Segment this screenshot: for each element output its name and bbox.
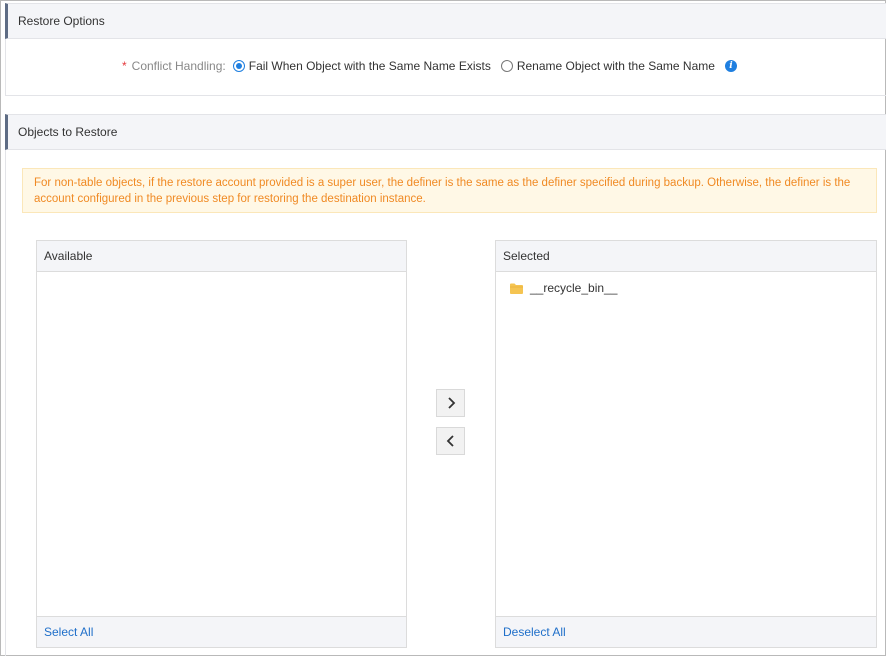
selected-panel-footer: Deselect All — [496, 616, 876, 647]
conflict-handling-label: Conflict Handling: — [131, 59, 226, 73]
available-panel-header: Available — [37, 241, 406, 272]
objects-to-restore-title: Objects to Restore — [18, 125, 118, 139]
info-icon[interactable]: i — [724, 60, 737, 72]
definer-notice-text: For non-table objects, if the restore ac… — [34, 177, 851, 205]
required-mark: * — [122, 59, 127, 73]
radio-fail-on-conflict-label: Fail When Object with the Same Name Exis… — [248, 59, 491, 73]
available-panel-title: Available — [44, 249, 93, 263]
selected-item-recycle-bin[interactable]: __recycle_bin__ — [510, 281, 617, 295]
objects-to-restore-header: Objects to Restore — [5, 114, 886, 150]
selected-panel-title: Selected — [503, 249, 550, 263]
selected-panel: Selected __recycle_bin__ Deselect All — [495, 240, 877, 648]
move-left-button[interactable] — [436, 427, 465, 455]
selected-panel-header: Selected — [496, 241, 876, 272]
folder-icon — [510, 283, 523, 294]
radio-rename-on-conflict[interactable]: Rename Object with the Same Name — [500, 59, 715, 73]
conflict-handling-row: * Conflict Handling: Fail When Object wi… — [122, 58, 737, 74]
restore-options-header: Restore Options — [5, 3, 886, 39]
definer-notice: For non-table objects, if the restore ac… — [22, 168, 877, 213]
radio-fail-on-conflict-input[interactable] — [232, 60, 245, 72]
available-panel: Available Select All — [36, 240, 407, 648]
deselect-all-link[interactable]: Deselect All — [503, 625, 566, 639]
available-panel-footer: Select All — [37, 616, 406, 647]
select-all-link[interactable]: Select All — [44, 625, 93, 639]
chevron-left-icon — [446, 435, 454, 447]
radio-rename-on-conflict-label: Rename Object with the Same Name — [516, 59, 715, 73]
move-right-button[interactable] — [436, 389, 465, 417]
radio-fail-on-conflict[interactable]: Fail When Object with the Same Name Exis… — [232, 59, 491, 73]
restore-options-title: Restore Options — [18, 14, 105, 28]
selected-item-label: __recycle_bin__ — [530, 281, 618, 295]
chevron-right-icon — [447, 397, 455, 409]
radio-rename-on-conflict-input[interactable] — [500, 60, 513, 72]
